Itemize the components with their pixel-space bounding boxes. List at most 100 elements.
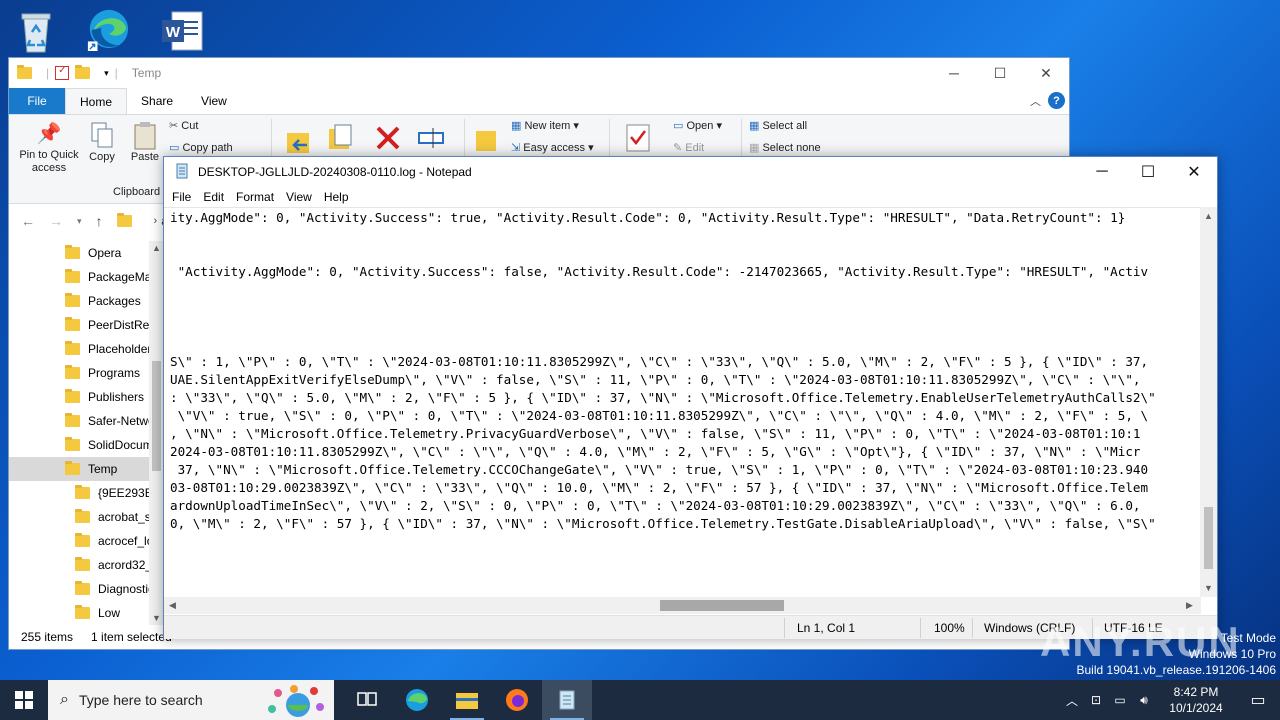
folder-icon [65, 413, 80, 427]
clock-date: 10/1/2024 [1169, 701, 1223, 715]
vertical-scrollbar[interactable]: ▲ ▼ [1200, 207, 1217, 597]
nav-item[interactable]: acrord32_s [9, 553, 164, 577]
maximize-button[interactable]: ☐ [1125, 157, 1171, 187]
word-icon[interactable]: W [160, 6, 204, 56]
tab-file[interactable]: File [9, 88, 65, 114]
select-none-icon: ▦ [749, 142, 760, 154]
item-count: 255 items [21, 630, 74, 644]
new-folder-icon[interactable] [75, 65, 91, 79]
forward-icon[interactable]: → [49, 213, 63, 229]
nav-scroll-thumb[interactable] [152, 361, 161, 471]
close-button[interactable]: ✕ [1023, 58, 1069, 88]
select-all-button[interactable]: ▦ Select all [749, 119, 807, 132]
nav-item[interactable]: Opera [9, 241, 164, 265]
nav-item[interactable]: Publishers [9, 385, 164, 409]
file-explorer-taskbar-icon[interactable] [442, 680, 492, 720]
properties-icon[interactable] [625, 123, 651, 156]
minimize-button[interactable]: ─ [1079, 157, 1125, 187]
nav-item[interactable]: PackageMa [9, 265, 164, 289]
nav-item[interactable]: Diagnostic [9, 577, 164, 601]
horizontal-scroll-thumb[interactable] [660, 600, 784, 611]
folder-icon [65, 293, 80, 307]
nav-item[interactable]: acrocef_lo [9, 529, 164, 553]
breadcrumb-chevron-icon[interactable]: › [154, 215, 158, 227]
nav-item[interactable]: Temp [9, 457, 164, 481]
cut-button[interactable]: ✂ Cut [169, 119, 198, 132]
edge-taskbar-icon[interactable] [392, 680, 442, 720]
tab-home[interactable]: Home [65, 88, 128, 114]
open-button[interactable]: ▭ Open ▾ [673, 119, 722, 132]
collapse-ribbon-icon[interactable]: ︿ [1030, 93, 1041, 109]
nav-item-label: Diagnostic [98, 582, 155, 596]
pin-quick-access-button[interactable]: 📌 Pin to Quick access [13, 121, 85, 175]
show-hidden-icons-icon[interactable]: ︿ [1060, 692, 1084, 709]
select-none-button[interactable]: ▦ Select none [749, 141, 821, 154]
nav-item[interactable]: {9EE293E3- [9, 481, 164, 505]
properties-icon[interactable]: ✓ [55, 65, 70, 80]
nav-item[interactable]: PeerDistRep [9, 313, 164, 337]
separator: | [46, 66, 50, 80]
nav-item-label: SolidDocum [88, 438, 153, 452]
menu-edit[interactable]: Edit [197, 190, 230, 204]
volume-icon[interactable]: 🔊︎ [1132, 693, 1156, 708]
nav-item-label: Temp [88, 462, 118, 476]
nav-item[interactable]: Programs [9, 361, 164, 385]
nav-scrollbar[interactable]: ▲ ▼ [149, 241, 164, 625]
folder-tray-icon[interactable]: ▭ [1108, 693, 1132, 707]
nav-item[interactable]: SolidDocum [9, 433, 164, 457]
tab-view[interactable]: View [187, 88, 241, 114]
scroll-down-icon[interactable]: ▼ [152, 613, 161, 623]
scroll-down-icon[interactable]: ▼ [1204, 583, 1213, 593]
menu-format[interactable]: Format [230, 190, 280, 204]
tab-share[interactable]: Share [127, 88, 187, 114]
menu-file[interactable]: File [166, 190, 197, 204]
up-icon[interactable]: ↑ [96, 213, 103, 229]
explorer-statusbar: 255 items 1 item selected [9, 625, 172, 649]
nav-item[interactable]: Safer-Netwo [9, 409, 164, 433]
back-icon[interactable]: ← [21, 213, 35, 229]
notepad-taskbar-icon[interactable] [542, 680, 592, 720]
folder-icon [65, 245, 80, 259]
copy-to-icon[interactable] [327, 123, 355, 156]
new-item-button[interactable]: ▦ New item ▾ [511, 119, 579, 132]
rename-icon[interactable] [417, 125, 447, 154]
help-icon[interactable]: ? [1048, 92, 1065, 109]
easy-access-button[interactable]: ⇲ Easy access ▾ [511, 141, 594, 154]
recycle-bin-icon[interactable] [14, 6, 58, 56]
edit-button[interactable]: ✎ Edit [673, 141, 704, 154]
qat-dropdown-icon[interactable]: ▾ [104, 68, 109, 79]
nav-item[interactable]: acrobat_sb [9, 505, 164, 529]
paste-button[interactable]: Paste [125, 121, 165, 163]
taskbar-search[interactable]: ⌕ Type here to search [48, 680, 334, 720]
new-folder-icon[interactable] [475, 127, 497, 156]
recent-dropdown-icon[interactable]: ▾ [77, 216, 82, 227]
menu-help[interactable]: Help [318, 190, 355, 204]
new-item-label: New item [524, 120, 571, 132]
notepad-titlebar: DESKTOP-JGLLJLD-20240308-0110.log - Note… [164, 157, 1217, 187]
edge-icon[interactable] [86, 4, 130, 54]
task-view-icon[interactable] [342, 680, 392, 720]
nav-item[interactable]: Packages [9, 289, 164, 313]
notifications-icon[interactable]: ▭ [1236, 690, 1280, 710]
copy-button[interactable]: Copy [85, 121, 119, 163]
scroll-up-icon[interactable]: ▲ [152, 243, 161, 253]
scroll-up-icon[interactable]: ▲ [1204, 211, 1213, 221]
text-editor-area[interactable]: ity.AggMode": 0, "Activity.Success": tru… [164, 207, 1201, 597]
vertical-scroll-thumb[interactable] [1204, 507, 1213, 569]
close-button[interactable]: ✕ [1171, 157, 1217, 187]
scroll-left-icon[interactable]: ◀ [169, 600, 176, 611]
copy-path-button[interactable]: ▭ Copy path [169, 141, 233, 154]
scroll-right-icon[interactable]: ▶ [1186, 600, 1193, 611]
clock[interactable]: 8:42 PM 10/1/2024 [1156, 684, 1236, 716]
maximize-button[interactable]: ☐ [977, 58, 1023, 88]
paste-label: Paste [130, 151, 160, 163]
start-button[interactable] [0, 680, 48, 720]
menu-view[interactable]: View [280, 190, 318, 204]
firefox-taskbar-icon[interactable] [492, 680, 542, 720]
horizontal-scrollbar[interactable]: ◀ ▶ [164, 597, 1201, 614]
delete-icon[interactable] [375, 125, 401, 154]
nav-item[interactable]: Placeholder [9, 337, 164, 361]
nav-item[interactable]: Low [9, 601, 164, 625]
minimize-button[interactable]: ─ [931, 58, 977, 88]
network-icon[interactable]: ⊡ [1084, 693, 1108, 707]
